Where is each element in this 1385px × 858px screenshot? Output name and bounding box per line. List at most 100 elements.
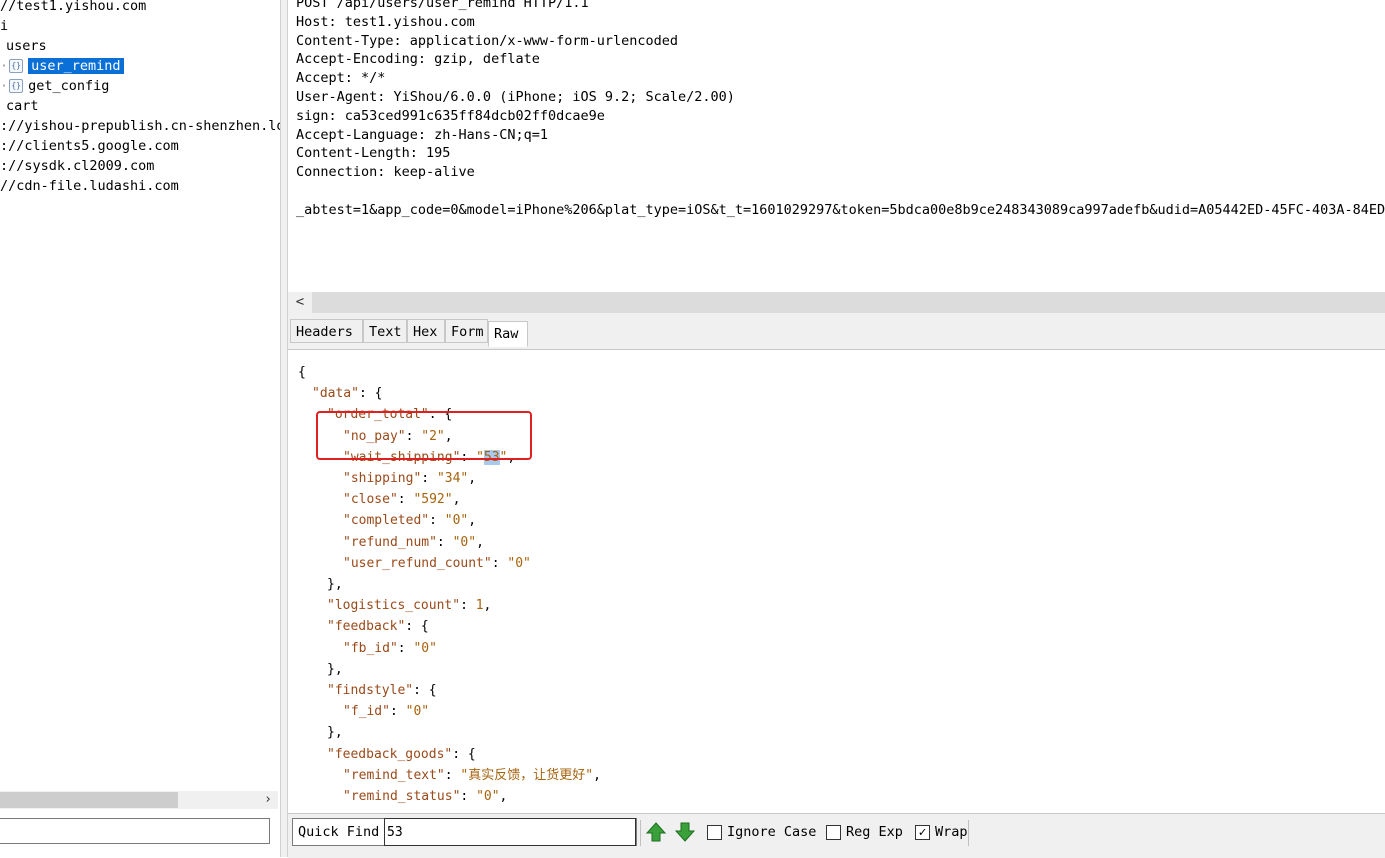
json-line: "feedback": { [327,616,429,637]
arrow-down-icon[interactable] [674,821,696,843]
json-line: "wait_shipping": "53", [343,447,515,468]
json-punct: : { [358,386,383,402]
json-punct: : [436,534,453,550]
tree-item[interactable]: ·{} user_remind [0,56,124,76]
json-key: "order_total" [327,407,429,423]
tree-filter-input[interactable] [0,818,270,844]
json-key: "fb_id" [343,640,398,656]
json-punct: : [460,789,477,804]
ignore-case-checkbox[interactable]: Ignore Case [707,824,816,840]
request-line: Connection: keep-alive [296,164,475,181]
json-punct: : { [413,683,437,698]
json-punct: : { [452,746,476,762]
json-file-icon: {} [9,79,24,93]
tree-item[interactable]: ://clients5.google.com [0,136,179,156]
json-punct: : { [428,407,453,423]
tree-item-label: cart [6,98,39,114]
tree-item[interactable]: ://yishou-prepublish.cn-shenzhen.lo [0,116,280,136]
json-punct: , [476,534,484,550]
tree-item[interactable]: //cdn-file.ludashi.com [0,176,179,196]
tab-headers[interactable]: Headers [290,319,363,343]
json-line: "feedback_goods": { [327,744,476,765]
request-line: Accept-Language: zh-Hans-CN;q=1 [296,126,548,143]
json-key: "remind_status" [343,789,461,804]
json-value: "真实反馈，让货更好" [460,767,594,783]
json-value: " [476,449,484,465]
quick-find-input[interactable] [384,818,636,846]
json-punct: { [298,365,306,380]
json-line: }, [327,574,343,595]
tree-item[interactable]: cart [0,96,39,116]
response-json-view[interactable]: {"data": {"order_total": {"no_pay": "2",… [288,350,1385,813]
json-punct: : [397,492,414,508]
tab-hex[interactable]: Hex [407,319,445,343]
json-punct: , [593,767,601,783]
tree-item-label: ://yishou-prepublish.cn-shenzhen.lo [0,118,280,134]
json-value: "0" [507,555,531,571]
wrap-checkbox[interactable]: ✓ Wrap [915,824,968,840]
tree-item[interactable]: //test1.yishou.com [0,0,146,16]
tree-item[interactable]: ://sysdk.cl2009.com [0,156,154,176]
tree-item-label: user_remind [28,58,124,74]
json-value: "0" [405,704,430,720]
pane-splitter[interactable] [280,0,288,857]
json-line: "user_refund_count": "0" [343,553,531,574]
json-line: "no_pay": "2", [343,426,453,447]
json-punct: , [507,449,516,465]
tree-horizontal-scrollbar[interactable]: › [0,791,278,809]
reg-exp-checkbox[interactable]: Reg Exp [826,824,903,840]
tree-item-label: ://sysdk.cl2009.com [0,158,155,174]
tree-item[interactable]: users [0,36,47,56]
json-value: "0" [452,534,477,550]
scroll-left-icon[interactable]: < [288,292,312,313]
json-punct: , [483,598,492,614]
checkbox-icon[interactable]: ✓ [915,824,930,840]
checkbox-icon[interactable] [707,824,722,840]
json-punct: }, [327,577,343,592]
json-punct: : [389,704,406,720]
reg-exp-label: Reg Exp [846,824,903,840]
json-key: "wait_shipping" [343,449,461,465]
json-value: 53 [483,449,500,465]
json-value: "0" [444,513,469,529]
json-line: }, [327,659,343,680]
json-line: "findstyle": { [327,680,437,701]
json-value: "34" [436,471,469,486]
json-key: "close" [343,492,398,508]
request-raw-view[interactable]: POST /api/users/user_remind HTTP/1.1 Host… [288,0,1385,292]
tree-item-label: //test1.yishou.com [0,0,147,14]
request-line: _abtest=1&app_code=0&model=iPhone%206&pl… [296,201,1385,218]
request-line: sign: ca53ced991c635ff84dcb02ff0dcae9e [296,107,605,124]
json-punct: , [499,789,508,804]
wrap-label: Wrap [935,824,968,840]
request-horizontal-scrollbar[interactable]: < [288,292,1385,313]
scrollbar-thumb[interactable] [0,792,178,808]
tree-item-label: users [6,38,47,54]
json-punct: : [429,513,445,529]
json-punct: : [491,555,508,571]
tab-raw[interactable]: Raw [488,321,528,347]
json-key: "feedback_goods" [327,746,453,762]
json-punct: : [405,428,422,444]
tree-item-label: i [0,18,9,34]
json-line: "fb_id": "0" [343,638,437,659]
checkbox-icon[interactable] [826,824,841,840]
separator [640,820,641,846]
json-punct: : { [405,619,429,635]
request-line: POST /api/users/user_remind HTTP/1.1 [296,0,589,11]
json-line: }, [327,722,343,743]
scroll-right-icon[interactable]: › [264,791,272,809]
json-line: "remind_status": "0", [343,786,507,807]
json-value: "2" [421,428,445,444]
tree-item[interactable]: ·{} get_config [0,76,109,96]
tree-item-label: get_config [28,78,110,94]
tab-text[interactable]: Text [363,319,407,343]
json-value: 1 [475,598,484,614]
json-line: "order_total": { [327,404,452,425]
json-file-icon: {} [9,59,24,73]
separator [968,820,969,846]
json-key: "feedback" [327,619,406,635]
tree-item[interactable]: i [0,16,8,36]
tab-form[interactable]: Form [445,319,488,343]
arrow-up-icon[interactable] [645,821,667,843]
